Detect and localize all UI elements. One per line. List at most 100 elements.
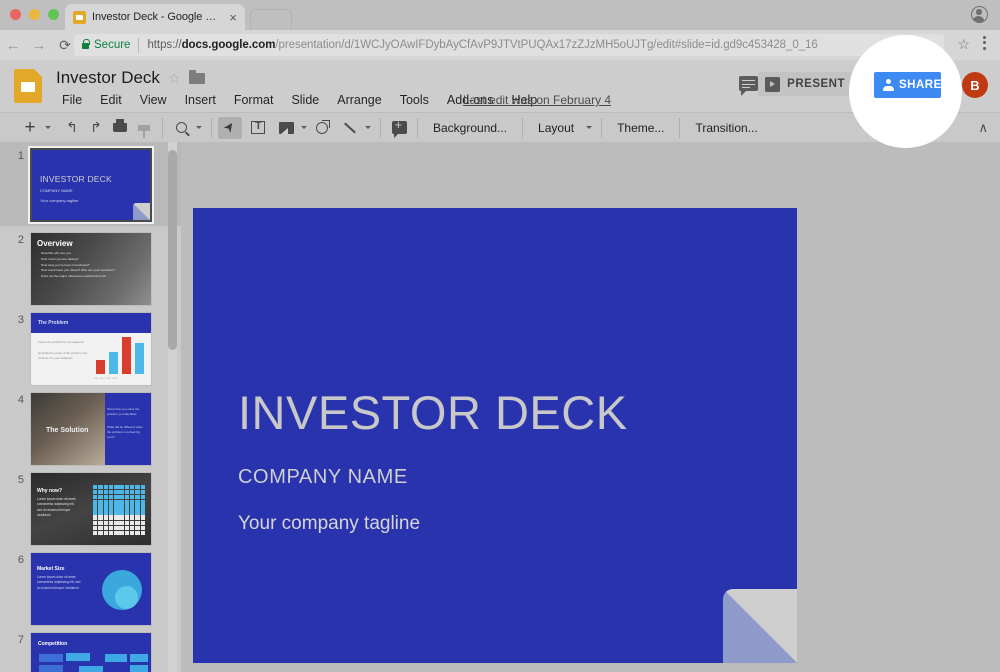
slides-toolbar: ↰ ↱ Background... Layout Theme... Transi…: [0, 112, 1000, 142]
thumbnail-slide-3[interactable]: 3 The Problem Frame the problem for the …: [0, 306, 181, 386]
browser-tab-active[interactable]: Investor Deck - Google Slides ×: [65, 4, 245, 30]
url-text: https://docs.google.com/presentation/d/1…: [147, 39, 817, 51]
url-host: docs.google.com: [181, 39, 276, 51]
text-box-button[interactable]: [246, 117, 270, 139]
magnifier-icon: [175, 122, 187, 133]
thumbnail-slide-7[interactable]: 7 Competition: [0, 626, 181, 672]
paint-format-button[interactable]: [132, 117, 156, 139]
thumb-art-problem: The Problem Frame the problem for the au…: [31, 313, 151, 385]
menu-insert[interactable]: Insert: [176, 91, 225, 109]
thumbnail-frame[interactable]: Competition: [30, 632, 152, 672]
slide-title-text[interactable]: INVESTOR DECK: [238, 385, 628, 440]
zoom-dropdown-icon[interactable]: [193, 117, 205, 139]
slide-tagline-text[interactable]: Your company tagline: [238, 513, 420, 535]
thumb-title: Why now?: [37, 488, 62, 494]
thumb-body: Lorem ipsum dolor sit amet, consectetur …: [37, 497, 77, 517]
thumb-title: Market Size: [37, 566, 65, 572]
menu-arrange[interactable]: Arrange: [328, 91, 390, 109]
star-document-icon[interactable]: ☆: [168, 71, 181, 85]
slide-subtitle-text[interactable]: COMPANY NAME: [238, 466, 408, 489]
url-scheme: https://: [147, 39, 182, 51]
zoom-button[interactable]: [169, 117, 193, 139]
slide-canvas-area[interactable]: INVESTOR DECK COMPANY NAME Your company …: [181, 142, 1000, 672]
thumbnail-slide-1[interactable]: 1 INVESTOR DECK COMPANY NAME Your compan…: [0, 142, 181, 226]
share-button[interactable]: SHARE: [874, 72, 941, 98]
play-icon: [765, 76, 781, 92]
user-avatar[interactable]: B: [962, 72, 988, 98]
menu-slide[interactable]: Slide: [282, 91, 328, 109]
thumb-title: INVESTOR DECK: [40, 174, 112, 184]
thumb-title: Overview: [37, 239, 73, 248]
transition-button[interactable]: Transition...: [686, 118, 766, 138]
minimize-window-button[interactable]: [29, 9, 40, 20]
menu-format[interactable]: Format: [225, 91, 283, 109]
line-dropdown-icon[interactable]: [362, 117, 374, 139]
thumbnail-frame[interactable]: The Solution Show how you solve the prob…: [30, 392, 152, 466]
shape-icon: [316, 119, 330, 134]
bookmark-star-icon[interactable]: ☆: [957, 37, 970, 51]
redo-button[interactable]: ↱: [84, 117, 108, 139]
thumbnail-slide-2[interactable]: 2 Overview Describe who are you. How muc…: [0, 226, 181, 306]
address-bar-input[interactable]: Secure https://docs.google.com/presentat…: [74, 34, 944, 56]
thumbnail-frame[interactable]: INVESTOR DECK COMPANY NAME Your company …: [28, 146, 154, 224]
document-title[interactable]: Investor Deck: [56, 68, 160, 88]
insert-image-button[interactable]: [274, 117, 298, 139]
thumbnail-frame[interactable]: Overview Describe who are you. How much …: [30, 232, 152, 306]
thumbnail-slide-4[interactable]: 4 The Solution Show how you solve the pr…: [0, 386, 181, 466]
thumbnail-slide-6[interactable]: 6 Market Size Lorem ipsum dolor sit amet…: [0, 546, 181, 626]
menu-tools[interactable]: Tools: [391, 91, 438, 109]
close-tab-icon[interactable]: ×: [229, 11, 237, 24]
present-button[interactable]: PRESENT: [758, 72, 852, 96]
close-window-button[interactable]: [10, 9, 21, 20]
print-button[interactable]: [108, 117, 132, 139]
line-button[interactable]: [338, 117, 362, 139]
layout-dropdown-icon[interactable]: [583, 117, 595, 139]
slide-filmstrip[interactable]: 1 INVESTOR DECK COMPANY NAME Your compan…: [0, 142, 181, 672]
thumb-bullet: How much have you raised? Who are your i…: [41, 268, 115, 273]
add-comment-button[interactable]: [387, 117, 411, 139]
secure-label: Secure: [94, 39, 131, 51]
maximize-window-button[interactable]: [48, 9, 59, 20]
thumbnail-frame[interactable]: The Problem Frame the problem for the au…: [30, 312, 152, 386]
thumb-art-competition: Competition: [31, 633, 151, 672]
thumb-art-solution: The Solution Show how you solve the prob…: [31, 393, 151, 465]
menu-file[interactable]: File: [53, 91, 91, 109]
new-tab-button[interactable]: [250, 9, 292, 30]
select-tool-button[interactable]: [218, 116, 242, 139]
thumb-body: Show how you solve the problem you ident…: [107, 407, 140, 417]
new-slide-dropdown-icon[interactable]: [42, 117, 54, 139]
thumbnail-frame[interactable]: Why now? Lorem ipsum dolor sit amet, con…: [30, 472, 152, 546]
toolbar-divider: [522, 117, 524, 138]
last-edit-link[interactable]: Last edit was on February 4: [463, 93, 611, 107]
back-button[interactable]: ←: [0, 38, 26, 53]
filmstrip-scrollbar-thumb[interactable]: [168, 150, 177, 350]
shape-button[interactable]: [310, 117, 334, 139]
browser-menu-icon[interactable]: [977, 36, 991, 53]
image-dropdown-icon[interactable]: [298, 117, 310, 139]
theme-button[interactable]: Theme...: [608, 118, 673, 138]
toolbar-divider: [162, 117, 163, 138]
thumbnail-slide-5[interactable]: 5 Why now? Lorem ipsum dolor sit amet, c…: [0, 466, 181, 546]
new-slide-button[interactable]: [18, 117, 42, 139]
thumb-art-title: INVESTOR DECK COMPANY NAME Your company …: [32, 150, 150, 220]
forward-button[interactable]: →: [26, 38, 52, 53]
current-slide[interactable]: INVESTOR DECK COMPANY NAME Your company …: [193, 208, 797, 663]
menu-edit[interactable]: Edit: [91, 91, 131, 109]
menu-view[interactable]: View: [131, 91, 176, 109]
comments-icon[interactable]: [739, 76, 758, 96]
slides-favicon-icon: [73, 10, 86, 24]
thumbnail-frame[interactable]: Market Size Lorem ipsum dolor sit amet, …: [30, 552, 152, 626]
toolbar-divider: [601, 117, 603, 138]
lock-icon: [82, 39, 90, 49]
image-icon: [278, 121, 294, 134]
printer-icon: [113, 119, 127, 132]
move-to-folder-icon[interactable]: [189, 70, 205, 84]
collapse-toolbar-icon[interactable]: ∧: [978, 121, 988, 134]
background-button[interactable]: Background...: [424, 118, 516, 138]
undo-button[interactable]: ↰: [60, 117, 84, 139]
browser-profile-icon[interactable]: [971, 6, 988, 23]
layout-button[interactable]: Layout: [529, 118, 583, 138]
thumb-body: What will be different when the problem …: [107, 425, 143, 440]
toolbar-divider: [679, 117, 681, 138]
corner-fold-icon: [723, 589, 797, 663]
